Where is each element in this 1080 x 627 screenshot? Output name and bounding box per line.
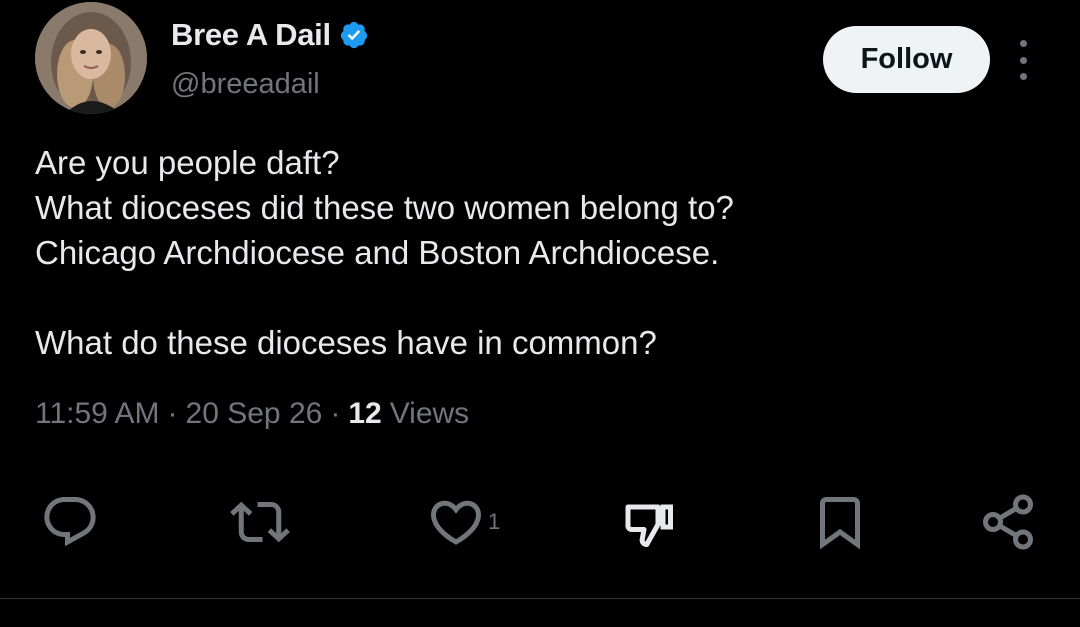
like-count: 1 <box>488 509 501 534</box>
more-options-icon[interactable] <box>1010 40 1036 80</box>
share-icon <box>983 494 1033 550</box>
verified-badge-icon[interactable] <box>339 20 369 50</box>
meta-separator: · <box>330 397 341 430</box>
dislike-button[interactable] <box>618 490 678 554</box>
meta-separator: · <box>167 397 178 430</box>
retweet-icon <box>230 501 290 543</box>
bookmark-icon <box>820 497 860 550</box>
tweet-line: What do these dioceses have in common? <box>35 324 657 361</box>
reply-button[interactable] <box>40 490 100 554</box>
reply-icon <box>44 497 96 547</box>
like-button[interactable]: 1 <box>426 490 500 554</box>
bookmark-button[interactable] <box>810 490 870 554</box>
author-name-row: Bree A Dail <box>171 17 369 53</box>
tweet-time[interactable]: 11:59 AM <box>35 397 160 431</box>
action-bar: 1 <box>0 490 1080 560</box>
share-button[interactable] <box>978 490 1038 554</box>
tweet-text: Are you people daft? What dioceses did t… <box>35 140 1045 365</box>
divider <box>0 598 1080 599</box>
author-handle[interactable]: @breeadail <box>171 68 320 101</box>
views-count[interactable]: 12 <box>348 397 381 431</box>
like-icon <box>430 500 482 545</box>
views-label[interactable]: Views <box>390 397 469 431</box>
thumbs-down-icon <box>625 504 673 547</box>
display-name[interactable]: Bree A Dail <box>171 17 331 53</box>
tweet: Bree A Dail @breeadail Follow Are you pe… <box>0 0 1080 627</box>
avatar-image <box>35 2 147 114</box>
tweet-date[interactable]: 20 Sep 26 <box>186 397 323 431</box>
follow-button[interactable]: Follow <box>823 26 990 93</box>
tweet-line: Chicago Archdiocese and Boston Archdioce… <box>35 234 720 271</box>
avatar[interactable] <box>35 2 147 114</box>
tweet-line: Are you people daft? <box>35 144 340 181</box>
tweet-line: What dioceses did these two women belong… <box>35 189 734 226</box>
tweet-meta: 11:59 AM · 20 Sep 26 · 12 Views <box>35 397 469 431</box>
retweet-button[interactable] <box>230 490 290 554</box>
